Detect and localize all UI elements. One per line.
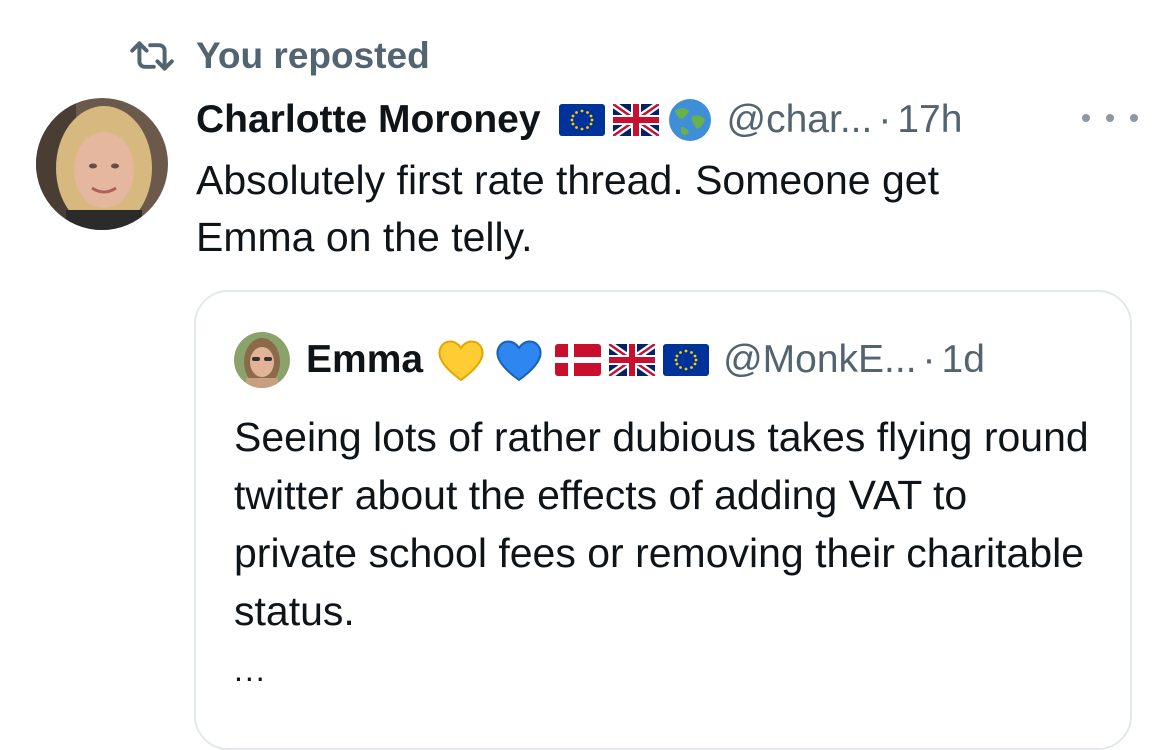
globe-icon xyxy=(668,99,711,141)
author-avatar[interactable] xyxy=(36,98,168,230)
author-badges xyxy=(558,97,713,143)
quoted-separator-dot: · xyxy=(922,338,936,381)
denmark-flag-icon xyxy=(555,344,602,376)
tweet-text: Absolutely first rate thread. Someone ge… xyxy=(196,157,939,260)
uk-flag-icon xyxy=(612,104,659,136)
repost-label: You reposted xyxy=(196,35,430,76)
eu-flag-icon xyxy=(558,104,605,136)
repost-indicator: You reposted xyxy=(130,34,430,78)
quoted-author-name: Emma xyxy=(306,338,424,381)
quoted-author-hearts xyxy=(435,336,545,384)
separator-dot: · xyxy=(878,98,892,141)
quoted-tweet-header: Emma @MonkE... · 1d xyxy=(234,332,1090,388)
repost-icon xyxy=(130,41,174,71)
tweet-header: Charlotte Moroney @char... · 17h xyxy=(196,92,1140,148)
eu-flag-icon xyxy=(663,344,710,376)
quoted-author-avatar xyxy=(234,332,290,388)
quoted-author-handle: @MonkE... xyxy=(723,338,917,381)
quoted-tweet-text: Seeing lots of rather dubious takes flyi… xyxy=(234,414,1089,634)
more-options-icon[interactable] xyxy=(1082,106,1138,130)
tweet-timestamp[interactable]: 17h xyxy=(897,98,962,142)
yellow-heart-icon xyxy=(438,340,484,382)
quoted-tweet[interactable]: Emma @MonkE... · 1d Seeing lots of rathe… xyxy=(194,290,1132,750)
quoted-tweet-truncation: ... xyxy=(234,652,267,688)
uk-flag-icon xyxy=(609,344,656,376)
quoted-timestamp: 1d xyxy=(941,338,985,381)
author-name[interactable]: Charlotte Moroney xyxy=(196,98,541,142)
blue-heart-icon xyxy=(496,340,542,382)
author-handle[interactable]: @char... xyxy=(727,98,873,142)
quoted-author-flags xyxy=(555,344,710,376)
